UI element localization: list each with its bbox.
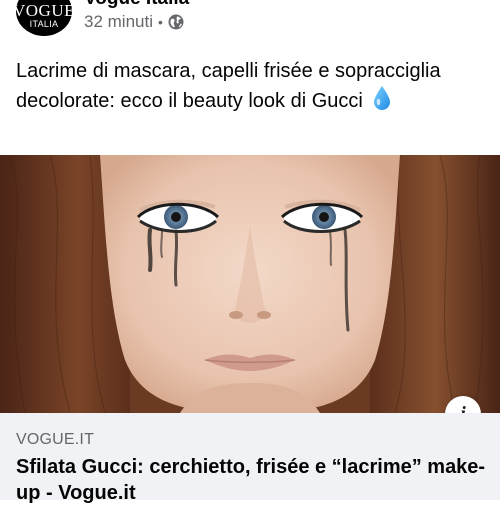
post-text: Lacrime di mascara, capelli frisée e sop… <box>16 58 486 119</box>
page-name[interactable]: Vogue Italia <box>84 0 189 10</box>
link-domain: VOGUE.IT <box>16 431 95 448</box>
globe-icon[interactable] <box>168 14 184 30</box>
link-preview-card[interactable]: VOGUE.IT Sfilata Gucci: cerchietto, fris… <box>0 413 500 504</box>
link-title[interactable]: Sfilata Gucci: cerchietto, frisée e “lac… <box>16 454 486 506</box>
avatar-sub: ITALIA <box>29 18 59 29</box>
page-avatar[interactable]: VOGUE ITALIA <box>13 0 75 36</box>
link-preview-image[interactable] <box>0 155 500 413</box>
droplet-emoji <box>372 85 392 119</box>
meta-separator: • <box>157 14 163 30</box>
post-meta: 32 minuti • <box>84 12 184 32</box>
model-portrait <box>0 155 500 413</box>
avatar-brand: VOGUE <box>13 0 75 20</box>
timestamp[interactable]: 32 minuti <box>84 12 153 32</box>
post-header: VOGUE ITALIA Vogue Italia 32 minuti • <box>0 0 500 50</box>
